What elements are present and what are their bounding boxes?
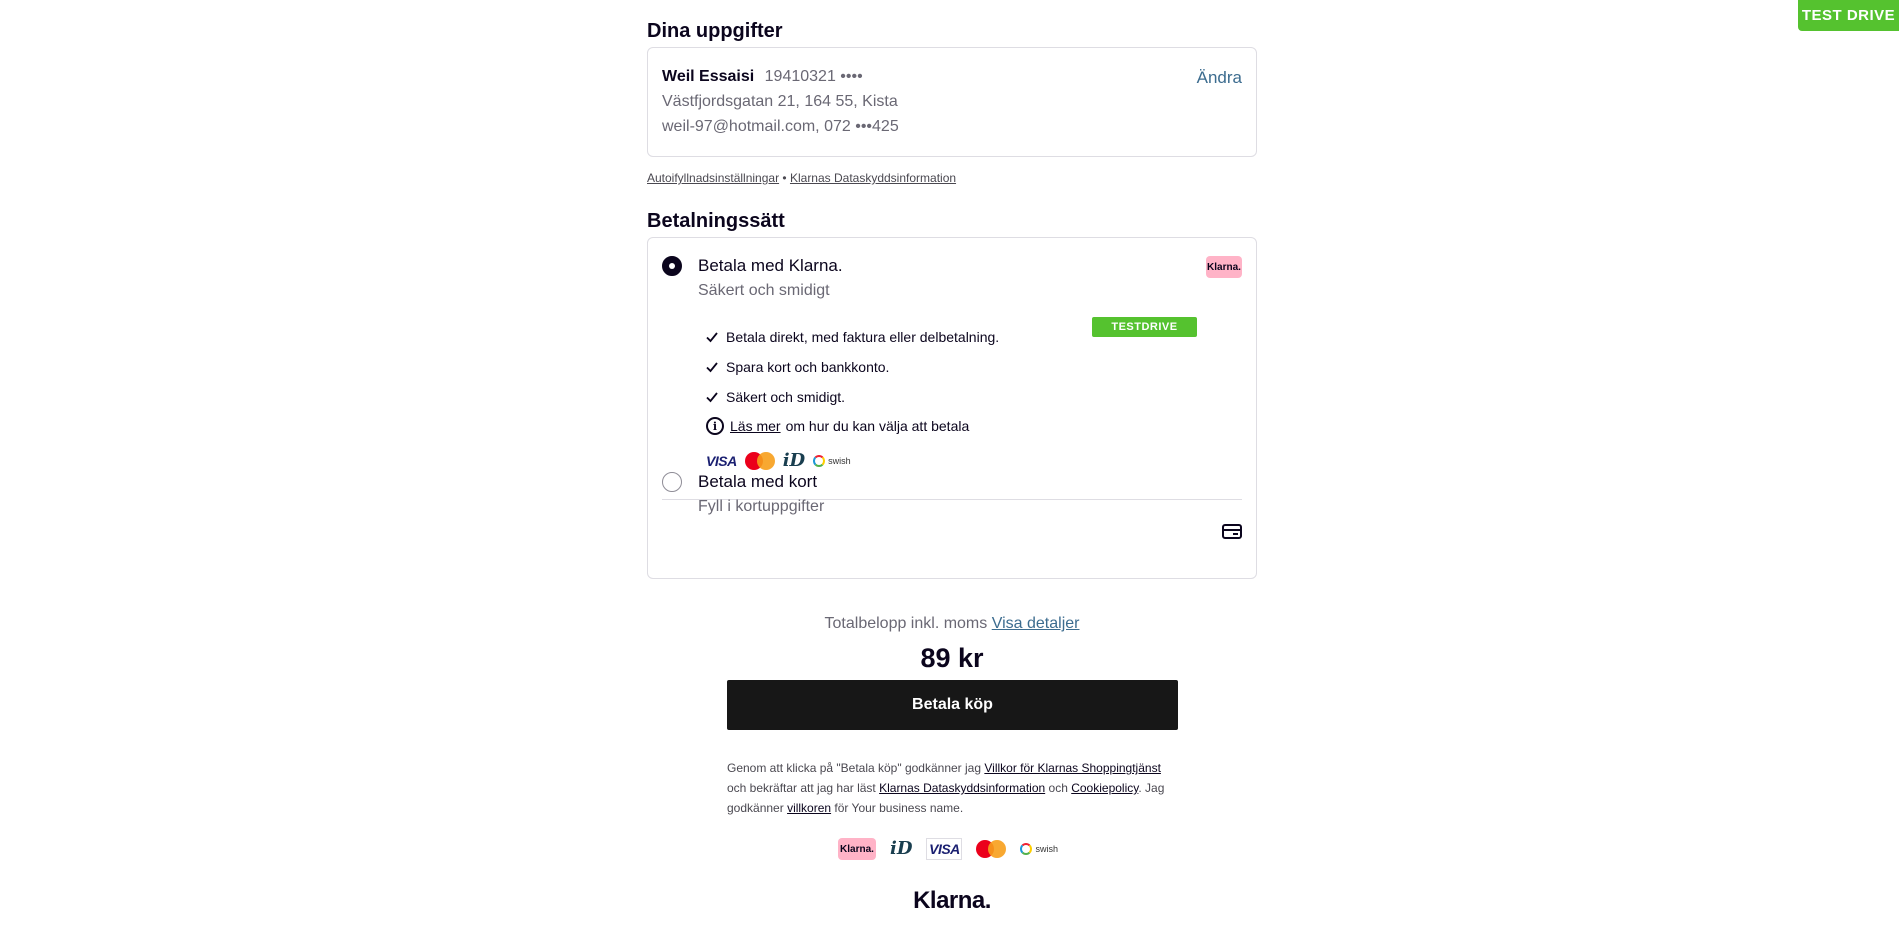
- mastercard-logo: [744, 452, 775, 470]
- legal-text: Genom att klicka på "Betala köp" godkänn…: [727, 758, 1178, 818]
- settings-links: Autoifyllnadsinställningar • Klarnas Dat…: [647, 171, 956, 185]
- card-option-subtitle: Fyll i kortuppgifter: [698, 498, 825, 515]
- read-more-link[interactable]: Läs mer: [730, 418, 781, 434]
- visa-footer-logo: VISA: [926, 838, 963, 860]
- swish-icon: [813, 455, 826, 467]
- klarna-option-subtitle: Säkert och smidigt: [698, 282, 830, 299]
- read-more-text: om hur du kan välja att betala: [785, 418, 970, 434]
- privacy-link[interactable]: Klarnas Dataskyddsinformation: [879, 781, 1045, 795]
- payment-method-logos: VISA iD swish: [706, 452, 851, 470]
- test-drive-badge: TEST DRIVE: [1798, 0, 1899, 31]
- legal-part: för Your business name.: [834, 801, 964, 815]
- credit-card-icon: [1222, 524, 1242, 539]
- read-more-row: i Läs mer om hur du kan välja att betala: [706, 417, 969, 435]
- testdrive-pill: TESTDRIVE: [1092, 317, 1197, 337]
- autofill-settings-link[interactable]: Autoifyllnadsinställningar: [647, 171, 779, 185]
- check-icon: [706, 362, 718, 373]
- legal-part: och: [1048, 781, 1068, 795]
- benefit-item: Säkert och smidigt.: [706, 382, 999, 412]
- legal-part: och bekräftar att jag har läst: [727, 781, 876, 795]
- change-details-link[interactable]: Ändra: [1197, 68, 1242, 88]
- klarna-radio[interactable]: [662, 256, 682, 276]
- klarna-wordmark: Klarna.: [913, 887, 991, 914]
- legal-part: Genom att klicka på "Betala köp" godkänn…: [727, 761, 982, 775]
- customer-address: Västfjordsgatan 21, 164 55, Kista: [662, 93, 898, 110]
- klarna-footer-badge: Klarna.: [838, 838, 876, 860]
- pay-button[interactable]: Betala köp: [727, 680, 1178, 730]
- customer-contact: weil-97@hotmail.com, 072 •••425: [662, 118, 899, 135]
- klarna-option-title[interactable]: Betala med Klarna.: [698, 256, 843, 276]
- card-option-title[interactable]: Betala med kort: [698, 472, 817, 492]
- privacy-info-link[interactable]: Klarnas Dataskyddsinformation: [790, 171, 956, 185]
- info-icon: i: [706, 417, 724, 435]
- benefit-text: Betala direkt, med faktura eller delbeta…: [726, 329, 1000, 345]
- cookie-policy-link[interactable]: Cookiepolicy: [1071, 781, 1138, 795]
- name-row: Weil Essaisi 19410321 ••••: [662, 68, 863, 86]
- payment-heading: Betalningssätt: [647, 210, 785, 232]
- benefit-item: Betala direkt, med faktura eller delbeta…: [706, 322, 999, 352]
- footer-logos: Klarna. iD VISA swish: [838, 838, 1058, 860]
- klarna-benefits-list: Betala direkt, med faktura eller delbeta…: [706, 322, 999, 412]
- customer-ssn: 19410321 ••••: [764, 68, 863, 85]
- card-radio[interactable]: [662, 472, 682, 492]
- link-separator: •: [782, 171, 787, 185]
- benefit-text: Spara kort och bankkonto.: [726, 359, 890, 375]
- shopping-terms-link[interactable]: Villkor för Klarnas Shoppingtjänst: [984, 761, 1161, 775]
- visa-logo: VISA: [706, 453, 737, 469]
- benefit-item: Spara kort och bankkonto.: [706, 352, 999, 382]
- show-details-link[interactable]: Visa detaljer: [992, 615, 1080, 632]
- bankid-logo: iD: [782, 450, 806, 471]
- details-heading: Dina uppgifter: [647, 20, 783, 42]
- check-icon: [706, 332, 718, 343]
- bankid-footer-logo: iD: [890, 838, 913, 859]
- benefit-text: Säkert och smidigt.: [726, 389, 846, 405]
- total-row: Totalbelopp inkl. moms Visa detaljer: [647, 615, 1257, 633]
- merchant-terms-link[interactable]: villkoren: [787, 801, 831, 815]
- mastercard-footer-logo: [976, 840, 1007, 858]
- swish-icon: [1020, 843, 1033, 855]
- check-icon: [706, 392, 718, 403]
- customer-details-card: Weil Essaisi 19410321 •••• Ändra Västfjo…: [647, 47, 1257, 157]
- swish-footer-logo: swish: [1020, 843, 1058, 855]
- total-amount: 89 kr: [920, 643, 984, 673]
- total-label: Totalbelopp inkl. moms: [824, 615, 988, 632]
- klarna-logo-badge: Klarna.: [1206, 256, 1242, 278]
- swish-logo: swish: [813, 455, 851, 467]
- payment-methods-card: Betala med Klarna. Säkert och smidigt Kl…: [647, 237, 1257, 579]
- customer-name: Weil Essaisi: [662, 68, 755, 85]
